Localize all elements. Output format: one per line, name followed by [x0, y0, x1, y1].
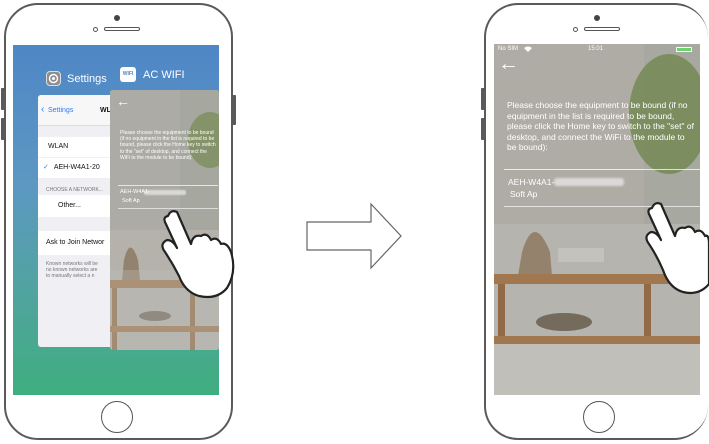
- right-phone-volume-button: [481, 118, 485, 140]
- tapping-hand-icon: [161, 210, 235, 299]
- left-phone-speaker: [104, 27, 140, 31]
- left-phone-camera: [93, 27, 98, 32]
- ac-wifi-app-icon[interactable]: WIFI: [120, 67, 136, 82]
- device-name: AEH-W4A1-: [508, 177, 555, 187]
- wifi-signal-icon: [524, 46, 532, 52]
- device-id-blurred: [144, 190, 186, 195]
- battery-icon: [676, 47, 692, 52]
- right-phone-home-button[interactable]: [583, 401, 615, 433]
- back-chevron-icon[interactable]: ‹: [41, 104, 44, 115]
- device-type: Soft Ap: [122, 198, 140, 204]
- ac-wifi-app-label: AC WIFI: [143, 69, 185, 81]
- back-arrow-icon[interactable]: ←: [116, 93, 130, 109]
- left-phone-volume-button: [1, 118, 5, 140]
- right-phone-top-dot: [594, 15, 600, 21]
- device-type: Soft Ap: [510, 189, 538, 199]
- right-phone-camera: [573, 27, 578, 32]
- left-phone-volume-button: [1, 88, 5, 110]
- right-phone-speaker: [584, 27, 620, 31]
- left-phone-home-button[interactable]: [101, 401, 133, 433]
- instruction-divider: [118, 185, 218, 186]
- right-phone-volume-button: [481, 88, 485, 110]
- device-id-blurred: [554, 178, 624, 186]
- status-time: 15:01: [588, 46, 604, 52]
- equipment-instruction: Please choose the equipment to be bound …: [507, 100, 694, 152]
- left-phone-top-dot: [114, 15, 120, 21]
- equipment-instruction: Please choose the equipment to be bound …: [120, 130, 216, 161]
- flow-arrow-icon: [306, 202, 402, 270]
- settings-back-button[interactable]: Settings: [48, 107, 73, 114]
- connected-network-name: AEH-W4A1-20: [53, 164, 100, 171]
- settings-app-label: Settings: [67, 73, 107, 85]
- other-network-label: Other...: [58, 202, 81, 209]
- ask-to-join-note: Known networks will be no known networks…: [46, 261, 98, 279]
- settings-app-icon[interactable]: [46, 71, 61, 86]
- left-phone-power-button: [232, 95, 236, 125]
- wlan-label: WLAN: [48, 143, 69, 150]
- back-arrow-icon[interactable]: ←: [498, 53, 519, 74]
- ask-to-join-label: Ask to Join Networ: [46, 239, 105, 246]
- checkmark-icon: ✓: [43, 164, 49, 171]
- tapping-hand-icon: [645, 202, 709, 295]
- choose-network-header: CHOOSE A NETWORK...: [46, 187, 103, 193]
- instruction-divider: [504, 169, 700, 170]
